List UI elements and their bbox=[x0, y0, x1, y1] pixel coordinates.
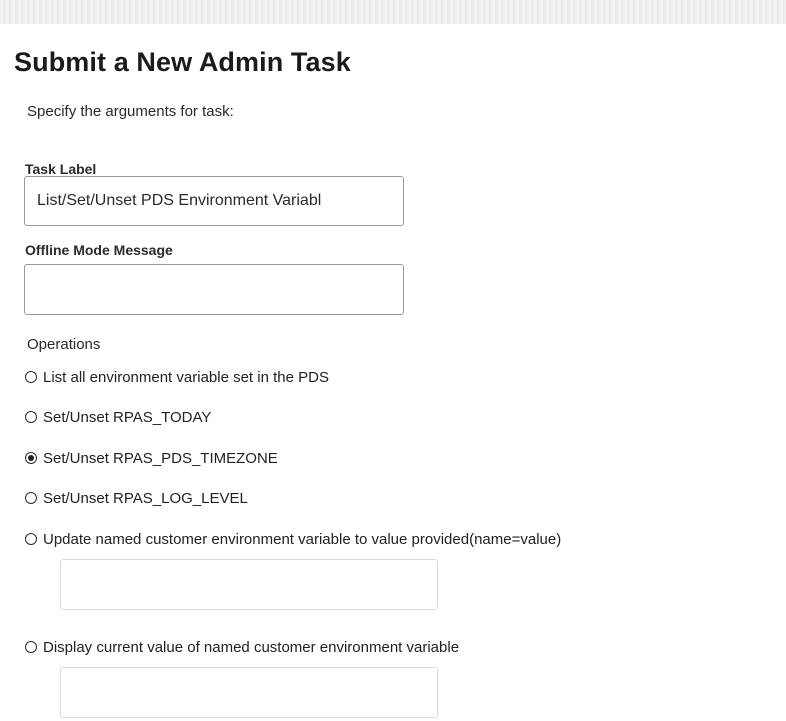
operation-option-label: Display current value of named customer … bbox=[43, 638, 460, 656]
radio-selected-dot bbox=[28, 455, 34, 461]
radio-button[interactable] bbox=[25, 492, 37, 504]
task-label-label: Task Label bbox=[25, 161, 97, 177]
operations-label: Operations bbox=[27, 336, 101, 353]
operation-option-label: List all environment variable set in the… bbox=[43, 368, 329, 386]
operation-option-label: Update named customer environment variab… bbox=[43, 530, 562, 548]
operation-option-label: Set/Unset RPAS_PDS_TIMEZONE bbox=[43, 449, 278, 467]
task-label-input[interactable] bbox=[24, 176, 404, 226]
operation-option-rpas-pds-timezone[interactable]: Set/Unset RPAS_PDS_TIMEZONE bbox=[25, 447, 278, 469]
operation-option-label: Set/Unset RPAS_LOG_LEVEL bbox=[43, 489, 248, 507]
radio-button[interactable] bbox=[25, 411, 37, 423]
offline-mode-message-input[interactable] bbox=[24, 264, 404, 315]
operation-option-display-named-variable[interactable]: Display current value of named customer … bbox=[25, 636, 459, 658]
offline-mode-message-label: Offline Mode Message bbox=[25, 242, 173, 258]
operation-option-rpas-log-level[interactable]: Set/Unset RPAS_LOG_LEVEL bbox=[25, 487, 248, 509]
operation-option-list-all[interactable]: List all environment variable set in the… bbox=[25, 366, 329, 388]
operation-option-label: Set/Unset RPAS_TODAY bbox=[43, 408, 212, 426]
radio-button-selected[interactable] bbox=[25, 452, 37, 464]
display-named-variable-input[interactable] bbox=[60, 667, 438, 718]
radio-button[interactable] bbox=[25, 371, 37, 383]
radio-button[interactable] bbox=[25, 533, 37, 545]
update-named-variable-input[interactable] bbox=[60, 559, 438, 610]
task-arguments-intro: Specify the arguments for task: bbox=[27, 103, 234, 120]
operation-option-update-named-variable[interactable]: Update named customer environment variab… bbox=[25, 528, 561, 550]
page-title: Submit a New Admin Task bbox=[14, 47, 351, 77]
header-strip bbox=[0, 0, 786, 24]
radio-button[interactable] bbox=[25, 641, 37, 653]
operation-option-rpas-today[interactable]: Set/Unset RPAS_TODAY bbox=[25, 406, 211, 428]
